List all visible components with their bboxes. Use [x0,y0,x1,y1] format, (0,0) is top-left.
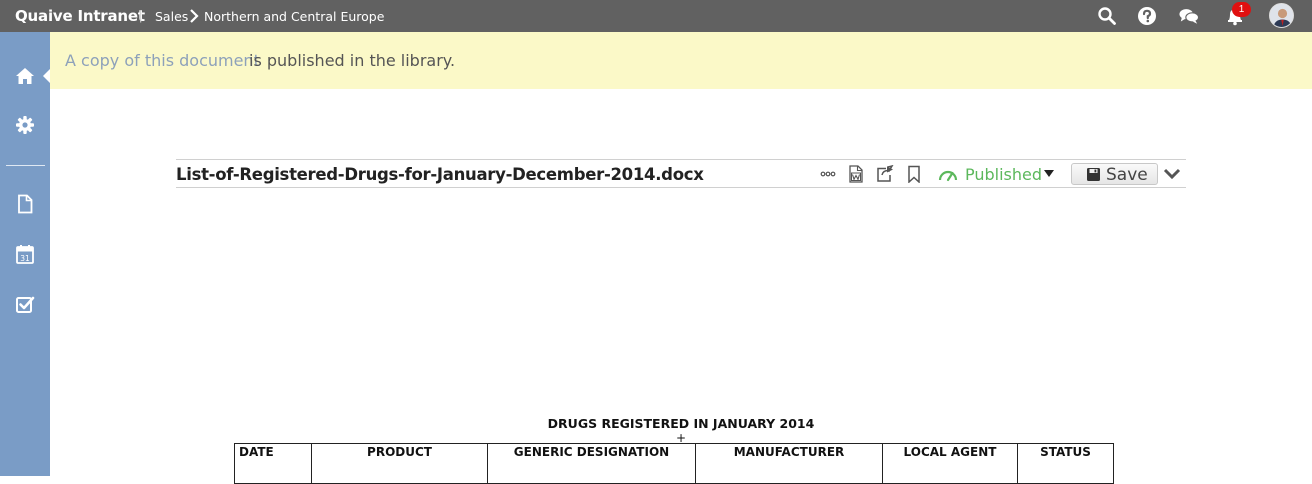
published-gauge-icon [938,170,958,182]
column-header-manufacturer: MANUFACTURER [695,443,883,484]
home-icon[interactable] [15,66,35,86]
word-document-icon[interactable] [847,165,865,183]
app-title[interactable]: Quaive Intranet [15,7,145,25]
save-icon [1087,168,1100,181]
checkbox-icon[interactable] [15,294,35,314]
gear-icon[interactable] [15,115,35,135]
table-header-row: DATE PRODUCT GENERIC DESIGNATION MANUFAC… [234,443,1114,484]
column-header-generic: GENERIC DESIGNATION [487,443,696,484]
document-heading: DRUGS REGISTERED IN JANUARY 2014 [547,416,815,431]
document-icon[interactable] [15,194,35,214]
notice-text: is published in the library. [249,51,456,70]
save-button[interactable]: Save [1071,163,1158,185]
sidebar: 31 [0,32,51,476]
sidebar-divider [6,165,45,166]
column-header-date: DATE [234,443,312,484]
title-separator: | [139,8,143,23]
notification-badge[interactable]: 1 [1232,2,1251,17]
help-icon[interactable] [1137,6,1157,26]
chevron-down-icon[interactable] [1163,166,1181,182]
status-label: Published [965,165,1043,184]
breadcrumb-region[interactable]: Northern and Central Europe [204,9,384,24]
search-icon[interactable] [1097,6,1117,26]
chat-icon[interactable] [1179,6,1199,26]
share-icon[interactable] [876,165,894,183]
save-label: Save [1106,165,1148,185]
column-header-local-agent: LOCAL AGENT [882,443,1018,484]
chevron-right-icon [190,9,199,23]
column-header-product: PRODUCT [311,443,488,484]
avatar[interactable] [1269,3,1294,28]
document-toolbar: List-of-Registered-Drugs-for-January-Dec… [176,159,1186,188]
drugs-table: DATE PRODUCT GENERIC DESIGNATION MANUFAC… [234,443,1114,484]
column-header-status: STATUS [1017,443,1114,484]
caret-down-icon [1044,170,1054,177]
published-notice: A copy of this document is published in … [50,32,1312,89]
calendar-icon[interactable]: 31 [15,244,35,264]
avatar-image [1270,4,1293,27]
top-bar: Quaive Intranet | Sales Northern and Cen… [0,0,1312,32]
bookmark-icon[interactable] [905,165,923,183]
library-copy-link[interactable]: A copy of this document [65,51,260,70]
calendar-day: 31 [20,254,30,263]
breadcrumb-sales[interactable]: Sales [155,9,188,24]
more-icon[interactable] [819,165,837,183]
document-filename[interactable]: List-of-Registered-Drugs-for-January-Dec… [176,165,704,184]
